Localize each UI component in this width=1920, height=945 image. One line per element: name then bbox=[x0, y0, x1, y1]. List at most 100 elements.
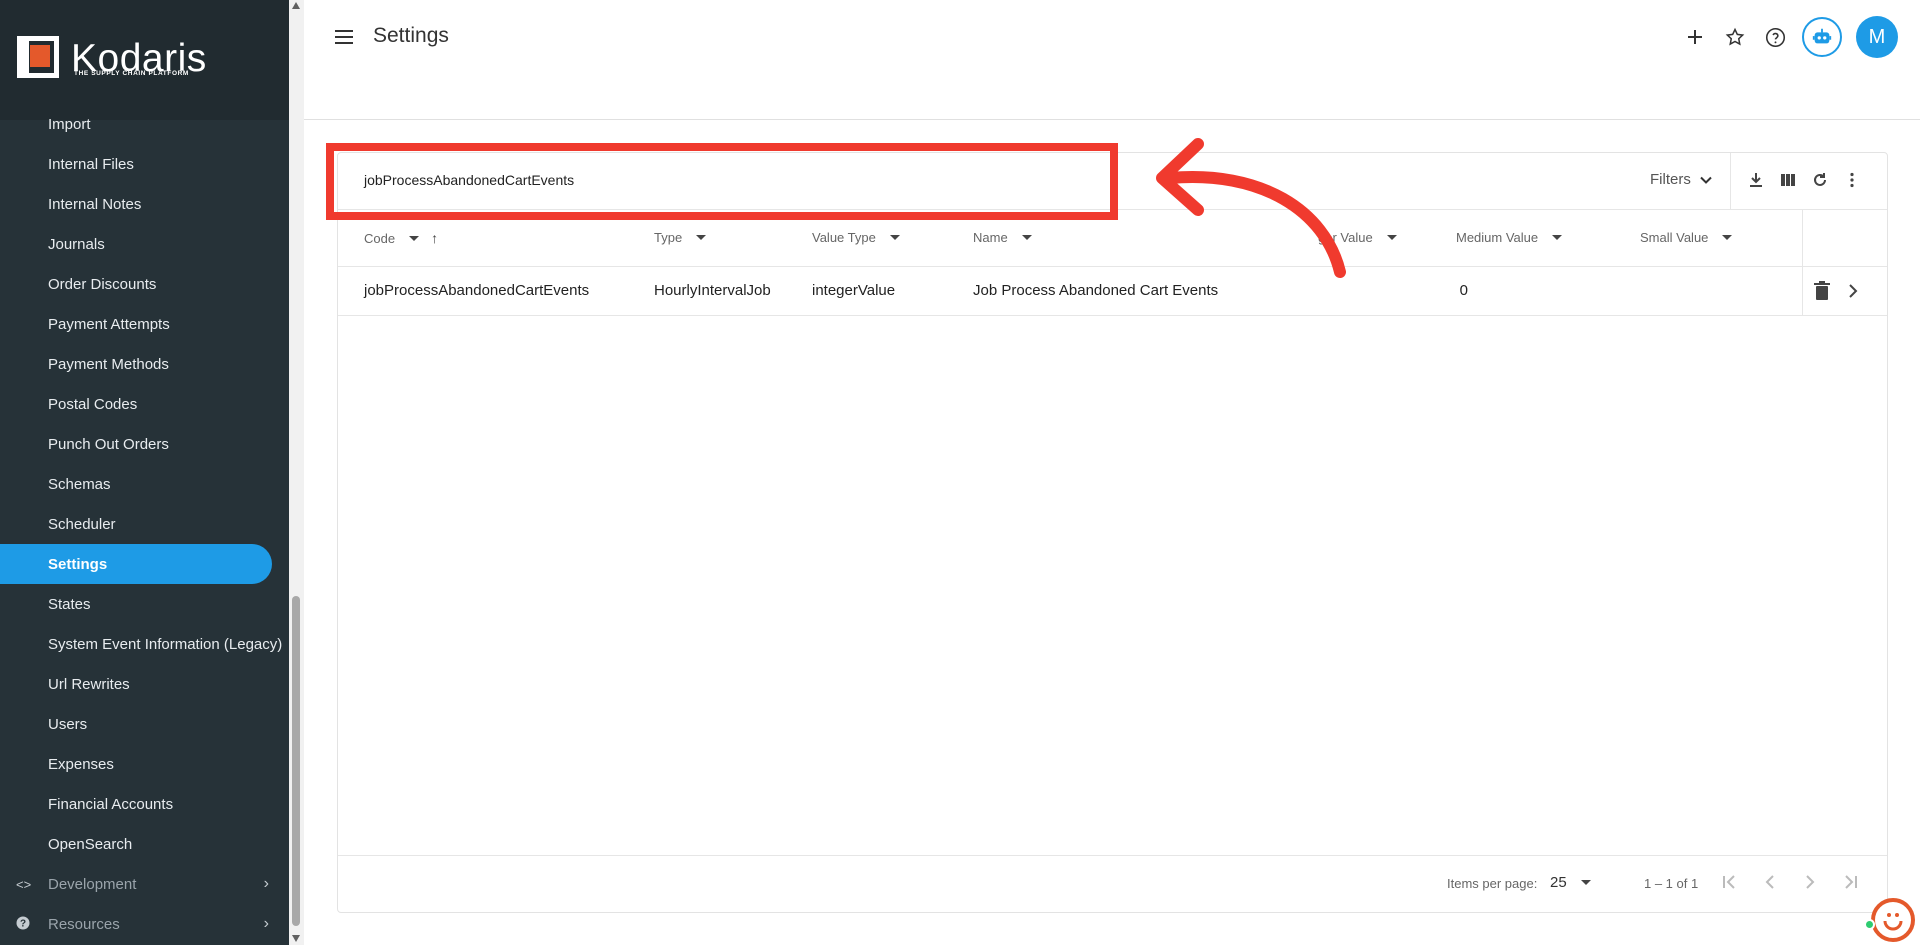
highlight-box bbox=[326, 143, 1118, 220]
column-label: Value Type bbox=[812, 230, 876, 245]
first-page-icon[interactable] bbox=[1718, 870, 1742, 894]
column-header-type[interactable]: Type bbox=[654, 230, 707, 245]
pagination-footer: Items per page: 25 1 – 1 of 1 bbox=[338, 855, 1887, 912]
annotation-arrow-icon bbox=[1156, 138, 1346, 278]
next-page-icon[interactable] bbox=[1798, 870, 1822, 894]
star-icon[interactable] bbox=[1722, 24, 1748, 50]
column-header-name[interactable]: Name bbox=[973, 230, 1032, 245]
chevron-right-icon: › bbox=[263, 875, 269, 892]
cell-type: HourlyIntervalJob bbox=[654, 282, 771, 299]
sidebar-item-settings[interactable]: Settings bbox=[0, 544, 272, 584]
logo-tagline: THE SUPPLY CHAIN PLATFORM bbox=[74, 70, 189, 77]
last-page-icon[interactable] bbox=[1838, 870, 1862, 894]
column-label: Name bbox=[973, 230, 1008, 245]
sidebar-item-system-event-information[interactable]: System Event Information (Legacy) bbox=[0, 624, 289, 664]
sidebar-item-order-discounts[interactable]: Order Discounts bbox=[0, 264, 289, 304]
add-icon[interactable] bbox=[1682, 24, 1708, 50]
delete-icon[interactable] bbox=[1813, 281, 1831, 306]
code-icon: <> bbox=[16, 876, 32, 892]
refresh-icon[interactable] bbox=[1809, 169, 1831, 191]
help-circle-icon: ? bbox=[16, 916, 30, 933]
menu-icon[interactable] bbox=[332, 26, 356, 48]
filters-button[interactable]: Filters bbox=[1650, 171, 1713, 188]
sort-caret-icon bbox=[1552, 235, 1563, 240]
header-actions: M bbox=[1682, 16, 1898, 58]
sidebar-item-url-rewrites[interactable]: Url Rewrites bbox=[0, 664, 289, 704]
kodaris-logo-icon bbox=[17, 36, 59, 78]
svg-text:?: ? bbox=[20, 918, 26, 929]
scroll-up-arrow-icon[interactable] bbox=[292, 2, 300, 9]
sidebar-group-resources[interactable]: ? Resources › bbox=[0, 904, 289, 944]
scroll-down-arrow-icon[interactable] bbox=[292, 935, 300, 942]
user-avatar[interactable]: M bbox=[1856, 16, 1898, 58]
dropdown-caret-icon bbox=[1580, 880, 1591, 885]
settings-table-card: jobProcessAbandonedCartEvents Filters Co… bbox=[337, 152, 1888, 913]
sidebar: Kodaris THE SUPPLY CHAIN PLATFORM Import… bbox=[0, 0, 289, 945]
download-icon[interactable] bbox=[1745, 169, 1767, 191]
sidebar-item-users[interactable]: Users bbox=[0, 704, 289, 744]
sidebar-item-postal-codes[interactable]: Postal Codes bbox=[0, 384, 289, 424]
prev-page-icon[interactable] bbox=[1758, 870, 1782, 894]
sidebar-group-label: Resources bbox=[48, 915, 120, 933]
sidebar-item-import[interactable]: Import bbox=[0, 104, 289, 144]
items-per-page-select[interactable]: 25 bbox=[1550, 874, 1591, 891]
column-header-value-type[interactable]: Value Type bbox=[812, 230, 900, 245]
sidebar-item-states[interactable]: States bbox=[0, 584, 289, 624]
column-label: Type bbox=[654, 230, 683, 245]
chevron-right-icon: › bbox=[263, 915, 269, 932]
cell-integer-value: 0 bbox=[1459, 282, 1468, 299]
sidebar-item-scheduler[interactable]: Scheduler bbox=[0, 504, 289, 544]
column-label: Small Value bbox=[1640, 230, 1709, 245]
pagination-range: 1 – 1 of 1 bbox=[1644, 876, 1699, 891]
sort-caret-icon bbox=[1722, 235, 1733, 240]
online-status-dot bbox=[1864, 919, 1875, 930]
chat-widget-icon[interactable] bbox=[1870, 897, 1916, 943]
items-per-page-value: 25 bbox=[1550, 874, 1567, 891]
filters-label: Filters bbox=[1650, 171, 1691, 188]
sidebar-item-internal-files[interactable]: Internal Files bbox=[0, 144, 289, 184]
chevron-down-icon bbox=[1700, 176, 1712, 184]
sort-caret-icon bbox=[409, 235, 420, 241]
sort-caret-icon bbox=[889, 235, 900, 240]
top-header: Settings M bbox=[304, 0, 1920, 120]
sidebar-item-financial-accounts[interactable]: Financial Accounts bbox=[0, 784, 289, 824]
sidebar-item-payment-attempts[interactable]: Payment Attempts bbox=[0, 304, 289, 344]
sort-caret-icon bbox=[696, 235, 707, 240]
more-vert-icon[interactable] bbox=[1841, 169, 1863, 191]
column-label: Medium Value bbox=[1456, 230, 1539, 245]
items-per-page-label: Items per page: bbox=[1447, 876, 1538, 891]
pager-buttons bbox=[1718, 870, 1862, 894]
sidebar-item-journals[interactable]: Journals bbox=[0, 224, 289, 264]
sidebar-item-payment-methods[interactable]: Payment Methods bbox=[0, 344, 289, 384]
column-header-medium-value[interactable]: Medium Value bbox=[1456, 230, 1563, 245]
sidebar-item-schemas[interactable]: Schemas bbox=[0, 464, 289, 504]
scrollbar-thumb[interactable] bbox=[292, 596, 300, 926]
column-header-code[interactable]: Code ↑ bbox=[364, 230, 438, 246]
arrow-up-icon: ↑ bbox=[431, 230, 439, 246]
help-icon[interactable] bbox=[1762, 24, 1788, 50]
page-title: Settings bbox=[373, 24, 449, 47]
actions-column-divider bbox=[1802, 210, 1803, 267]
logo[interactable]: Kodaris THE SUPPLY CHAIN PLATFORM bbox=[0, 0, 289, 120]
assistant-robot-icon[interactable] bbox=[1802, 17, 1842, 57]
column-header-small-value[interactable]: Small Value bbox=[1640, 230, 1733, 245]
sort-caret-icon bbox=[1021, 235, 1032, 240]
sort-caret-icon bbox=[1386, 235, 1397, 240]
sidebar-group-label: Development bbox=[48, 875, 137, 893]
sidebar-item-punch-out-orders[interactable]: Punch Out Orders bbox=[0, 424, 289, 464]
cell-value-type: integerValue bbox=[812, 282, 896, 299]
toolbar-divider bbox=[1730, 153, 1731, 210]
table-tools bbox=[1745, 169, 1863, 191]
sidebar-group-development[interactable]: <> Development › bbox=[0, 864, 289, 904]
column-label: Code bbox=[364, 230, 396, 246]
columns-icon[interactable] bbox=[1777, 169, 1799, 191]
row-actions-divider bbox=[1802, 267, 1803, 316]
chevron-right-icon[interactable] bbox=[1846, 282, 1860, 305]
sidebar-scrollbar[interactable] bbox=[289, 0, 304, 945]
table-row[interactable]: jobProcessAbandonedCartEvents HourlyInte… bbox=[338, 267, 1887, 316]
sidebar-nav: Import Internal Files Internal Notes Jou… bbox=[0, 104, 289, 944]
sidebar-item-expenses[interactable]: Expenses bbox=[0, 744, 289, 784]
sidebar-item-internal-notes[interactable]: Internal Notes bbox=[0, 184, 289, 224]
sidebar-item-opensearch[interactable]: OpenSearch bbox=[0, 824, 289, 864]
cell-code: jobProcessAbandonedCartEvents bbox=[364, 282, 590, 299]
